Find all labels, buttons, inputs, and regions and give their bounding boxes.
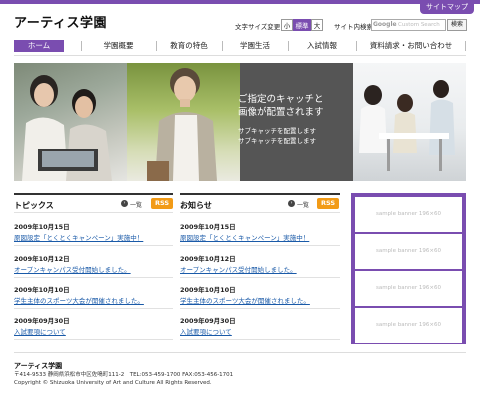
footer-copyright: Copyright © Shizuoka University of Art a…: [14, 380, 212, 386]
news-title: お知らせ: [180, 201, 212, 210]
list-divider: [14, 339, 173, 340]
sample-banner[interactable]: sample banner 196×60: [355, 197, 462, 232]
topics-list-link[interactable]: 一覧: [130, 200, 142, 209]
font-size-large-button[interactable]: 大: [311, 19, 323, 31]
arrow-right-icon: ›: [121, 200, 128, 207]
catch-copy-panel: [240, 63, 353, 181]
list-divider: [14, 277, 173, 278]
sitemap-link[interactable]: サイトマップ: [420, 0, 474, 14]
nav-divider: [14, 55, 466, 56]
search-button[interactable]: 検索: [447, 19, 467, 31]
nav-item-admissions[interactable]: 入試情報: [288, 40, 356, 52]
banner-panel: sample banner 196×60 sample banner 196×6…: [351, 193, 466, 344]
topics-item-link[interactable]: 入試要項について: [14, 326, 66, 336]
hero-catch-sub-line-1: サブキャッチを配置します: [238, 127, 316, 135]
news-item-date: 2009年10月12日: [180, 255, 236, 263]
topics-item-date: 2009年10月10日: [14, 286, 70, 294]
topics-item-link[interactable]: 原図設定「とくとくキャンペーン」実施中！: [14, 232, 143, 242]
font-size-medium-button[interactable]: 標準: [293, 19, 311, 31]
google-logo: Google: [373, 21, 397, 28]
sample-banner[interactable]: sample banner 196×60: [355, 308, 462, 343]
list-divider: [180, 212, 340, 213]
hero-catch-sub-line-2: サブキャッチを配置します: [238, 137, 316, 145]
site-logo[interactable]: アーティス学園: [14, 12, 107, 31]
list-divider: [180, 277, 340, 278]
nav-item-features[interactable]: 教育の特色: [156, 40, 222, 52]
arrow-right-icon: ›: [288, 200, 295, 207]
news-item-link[interactable]: 入試要項について: [180, 326, 232, 336]
top-accent-bar: [0, 0, 480, 4]
sample-banner[interactable]: sample banner 196×60: [355, 271, 462, 306]
news-item-date: 2009年09月30日: [180, 317, 236, 325]
hero-photo-student-outdoor: [127, 63, 240, 181]
news-item-link[interactable]: 原図設定「とくとくキャンペーン」実施中！: [180, 232, 309, 242]
topics-item-link[interactable]: オープンキャンパス受付開始しました。: [14, 264, 131, 274]
news-item-date: 2009年10月10日: [180, 286, 236, 294]
hero-photo-students-table: [353, 63, 466, 181]
search-label: サイト内検索: [334, 23, 373, 31]
topics-title: トピックス: [14, 201, 54, 210]
nav-item-about[interactable]: 学園概要: [81, 40, 156, 52]
font-size-label: 文字サイズ変更: [235, 23, 281, 31]
list-divider: [14, 308, 173, 309]
hero-photo-students-laptop: [14, 63, 127, 181]
footer-divider: [14, 352, 466, 353]
nav-item-campus-life[interactable]: 学園生活: [222, 40, 288, 52]
list-divider: [180, 339, 340, 340]
news-item-link[interactable]: 学生主体のスポーツ大会が開催されました。: [180, 295, 310, 305]
topics-item-date: 2009年10月12日: [14, 255, 70, 263]
list-divider: [180, 308, 340, 309]
news-list-link[interactable]: 一覧: [297, 200, 309, 209]
search-placeholder: Custom Search: [398, 22, 440, 28]
topics-item-date: 2009年09月30日: [14, 317, 70, 325]
topics-rss-button[interactable]: RSS: [151, 198, 173, 209]
nav-item-contact[interactable]: 資料請求・お問い合わせ: [356, 40, 466, 52]
list-divider: [14, 245, 173, 246]
footer-address: 〒414-9533 静岡県浜松市中区佐鳴町111-2 TEL:053-459-1…: [14, 372, 234, 378]
hero-catch-main: ご指定のキャッチと 画像が配置されます: [238, 93, 343, 119]
hero-catch-main-line-2: 画像が配置されます: [238, 107, 324, 118]
font-size-small-button[interactable]: 小: [281, 19, 293, 31]
news-rss-button[interactable]: RSS: [317, 198, 339, 209]
hero-catch-main-line-1: ご指定のキャッチと: [238, 94, 324, 105]
topics-item-link[interactable]: 学生主体のスポーツ大会が開催されました。: [14, 295, 144, 305]
topics-header-bar: [14, 193, 173, 195]
hero-banner: [14, 63, 466, 181]
nav-separator: [465, 41, 466, 51]
news-header-bar: [180, 193, 340, 195]
list-divider: [180, 245, 340, 246]
nav-item-home[interactable]: ホーム: [14, 40, 64, 52]
hero-catch-sub: サブキャッチを配置します サブキャッチを配置します: [238, 126, 343, 146]
list-divider: [14, 212, 173, 213]
sample-banner[interactable]: sample banner 196×60: [355, 234, 462, 269]
news-item-date: 2009年10月15日: [180, 223, 236, 231]
topics-item-date: 2009年10月15日: [14, 223, 70, 231]
global-nav: ホーム 学園概要 教育の特色 学園生活 入試情報 資料請求・お問い合わせ: [14, 40, 466, 52]
news-item-link[interactable]: オープンキャンパス受付開始しました。: [180, 264, 297, 274]
